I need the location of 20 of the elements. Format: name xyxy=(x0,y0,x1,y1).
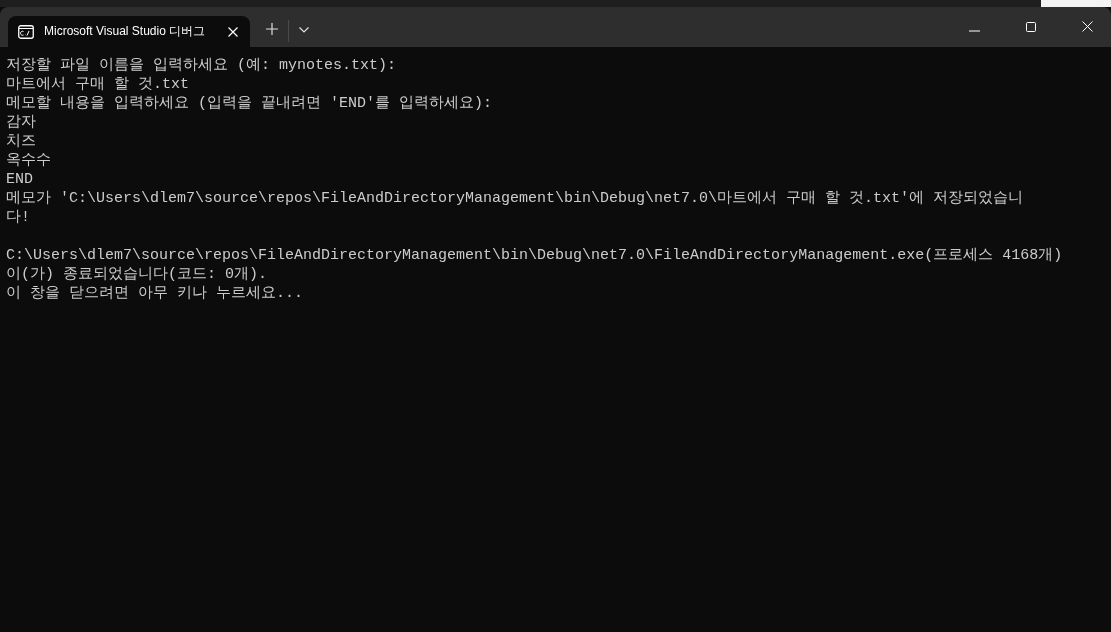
tab-title: Microsoft Visual Studio 디버그 xyxy=(44,23,207,40)
console-line: 이(가) 종료되었습니다(코드: 0개). xyxy=(6,266,267,283)
maximize-icon[interactable] xyxy=(1026,22,1036,32)
terminal-icon xyxy=(18,24,34,39)
close-icon[interactable] xyxy=(1082,21,1093,32)
console-line: 메모할 내용을 입력하세요 (입력을 끝내려면 'END'를 입력하세요): xyxy=(6,95,493,112)
new-tab-icon[interactable] xyxy=(266,23,278,35)
console-line: 옥수수 xyxy=(6,152,51,169)
console-line: 메모가 'C:\Users\dlem7\source\repos\FileAndDirectoryManagement\bin\Debug\net7.0\마트에서 구매 할 것.txt'에 저장되었습니 xyxy=(6,190,1024,207)
console-line: 치즈 xyxy=(6,133,36,150)
console-line: C:\Users\dlem7\source\repos\FileAndDirectoryManagement\bin\Debug\net7.0\FileAndDirectoryManagement.exe(프로세스 4168개) xyxy=(6,247,1063,264)
console-line: 다! xyxy=(6,209,30,226)
console-line: END xyxy=(6,171,33,188)
console-line: 마트에서 구매 할 것.txt xyxy=(6,76,189,93)
console-line: 감자 xyxy=(6,114,36,131)
close-icon[interactable] xyxy=(228,26,238,37)
console-line: 이 창을 닫으려면 아무 키나 누르세요... xyxy=(6,285,303,302)
terminal-tab[interactable]: Microsoft Visual Studio 디버그 xyxy=(8,16,250,47)
console-line: 저장할 파일 이름을 입력하세요 (예: mynotes.txt): xyxy=(6,57,397,74)
dropdown-caret-icon[interactable] xyxy=(299,27,309,33)
